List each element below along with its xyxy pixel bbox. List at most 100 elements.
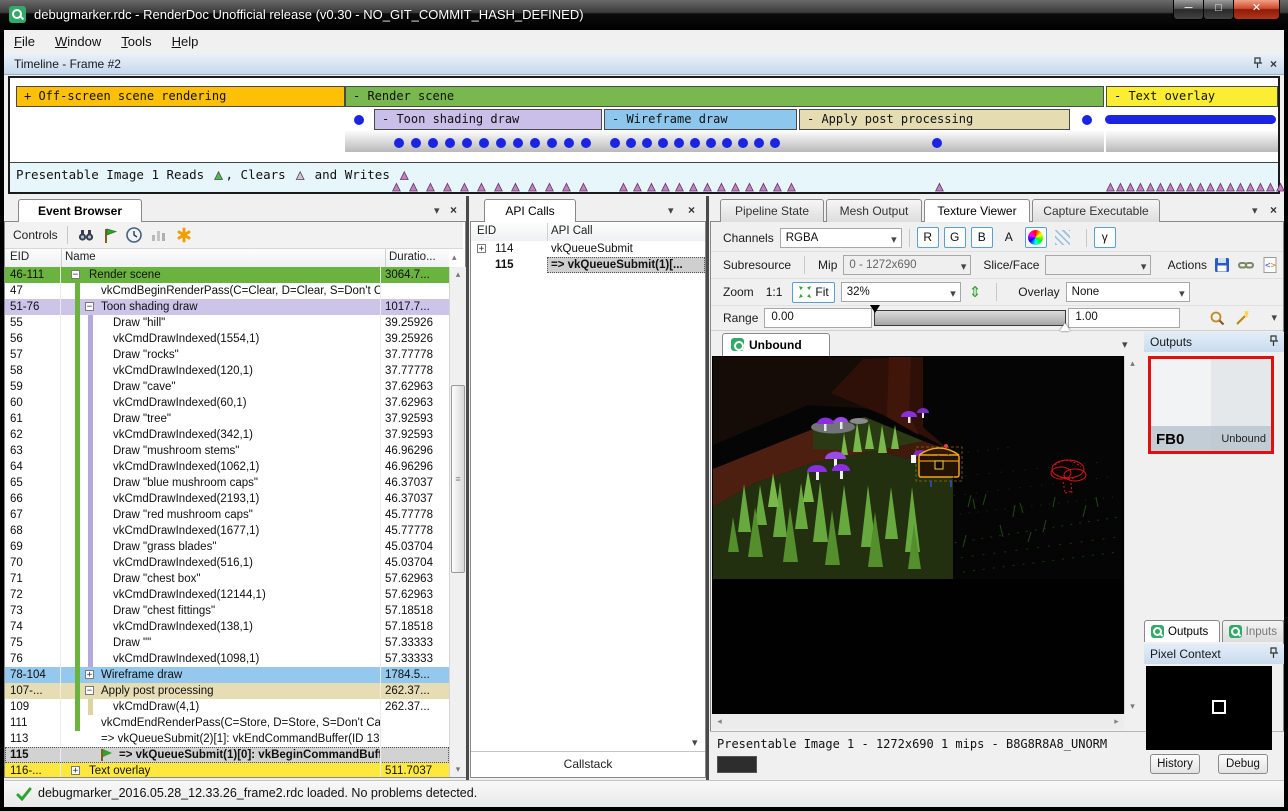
table-row[interactable]: 115=> vkQueueSubmit(1)[0]: vkBeginComman…: [5, 747, 449, 763]
tab-mesh-output[interactable]: Mesh Output: [826, 199, 922, 222]
event-dot[interactable]: [610, 138, 620, 148]
channel-a-button[interactable]: A: [998, 227, 1020, 248]
chevron-down-icon[interactable]: ▾: [434, 206, 440, 216]
event-dot[interactable]: [411, 138, 421, 148]
tab-unbound-texture[interactable]: Unbound: [722, 333, 830, 356]
expander-icon[interactable]: +: [85, 670, 94, 679]
expander-icon[interactable]: −: [85, 686, 94, 695]
scroll-down-icon[interactable]: ▾: [450, 762, 466, 777]
star-icon[interactable]: [175, 226, 193, 244]
timeline-marker-bar[interactable]: - Text overlay: [1106, 86, 1278, 107]
save-icon[interactable]: [1213, 256, 1231, 274]
slice-face-select[interactable]: ▾: [1045, 255, 1151, 275]
write-marker-triangle[interactable]: ▲: [458, 180, 471, 193]
write-marker-triangle[interactable]: ▲: [631, 180, 644, 193]
event-dot[interactable]: [658, 138, 668, 148]
expander-icon[interactable]: +: [71, 766, 80, 775]
viewport-hscrollbar[interactable]: ◂ ▸: [712, 714, 1124, 729]
scrollbar-thumb[interactable]: ≡: [451, 385, 465, 573]
bookmark-flag-icon[interactable]: [101, 226, 119, 244]
timeline-close-icon[interactable]: ×: [1270, 58, 1277, 70]
checkerboard-button[interactable]: [1052, 227, 1074, 248]
splitter[interactable]: [466, 196, 469, 780]
output-thumbnail-fb0[interactable]: FB0 Unbound: [1148, 356, 1274, 454]
api-calls-close-icon[interactable]: ×: [688, 204, 695, 216]
write-marker-triangle[interactable]: ▲: [1274, 180, 1287, 193]
magnifier-icon[interactable]: [1209, 310, 1226, 327]
scroll-down-icon[interactable]: ▾: [692, 738, 698, 748]
zoom-select[interactable]: 32%▾: [841, 282, 961, 302]
texture-viewer-close-icon[interactable]: ×: [1270, 204, 1277, 216]
write-marker-triangle[interactable]: ▲: [492, 180, 505, 193]
table-row[interactable]: 107-...−Apply post processing262.37...: [5, 683, 449, 699]
expander-icon[interactable]: +: [477, 244, 486, 253]
table-row[interactable]: 74vkCmdDrawIndexed(138,1)57.18518: [5, 619, 449, 635]
write-marker-triangle[interactable]: ▲: [617, 180, 630, 193]
minimize-button[interactable]: ─: [1173, 0, 1204, 20]
event-dot[interactable]: [642, 138, 652, 148]
write-marker-triangle[interactable]: ▲: [785, 180, 798, 193]
table-row[interactable]: 59Draw "cave"37.62963: [5, 379, 449, 395]
channel-g-button[interactable]: G: [944, 227, 966, 248]
event-table-header[interactable]: EID Name Duratio...: [5, 249, 449, 268]
table-row[interactable]: 68vkCmdDrawIndexed(1677,1)45.77778: [5, 523, 449, 539]
event-dot[interactable]: [513, 138, 523, 148]
chevron-down-icon[interactable]: ▾: [1252, 206, 1258, 216]
table-row[interactable]: 60vkCmdDrawIndexed(60,1)37.62963: [5, 395, 449, 411]
channel-b-button[interactable]: B: [971, 227, 993, 248]
pixel-context-view[interactable]: [1146, 666, 1272, 750]
timeline-marker-bar[interactable]: + Off-screen scene rendering: [16, 86, 345, 107]
table-row[interactable]: 75Draw ""57.33333: [5, 635, 449, 651]
table-row[interactable]: 62vkCmdDrawIndexed(342,1)37.92593: [5, 427, 449, 443]
table-row[interactable]: 58vkCmdDrawIndexed(120,1)37.77778: [5, 363, 449, 379]
color-wheel-button[interactable]: [1025, 227, 1047, 248]
write-marker-triangle[interactable]: ▲: [729, 180, 742, 193]
gamma-button[interactable]: γ: [1094, 227, 1116, 248]
table-row[interactable]: 78-104+Wireframe draw1784.5...: [5, 667, 449, 683]
pin-icon[interactable]: [1268, 647, 1280, 660]
write-marker-triangle[interactable]: ▲: [715, 180, 728, 193]
scroll-up-icon[interactable]: ▴: [450, 267, 466, 282]
event-dot[interactable]: [530, 138, 540, 148]
write-marker-triangle[interactable]: ▲: [407, 180, 420, 193]
event-dot[interactable]: [674, 138, 684, 148]
wand-icon[interactable]: [1234, 310, 1251, 327]
scroll-down-icon[interactable]: ▾: [1125, 699, 1140, 714]
write-marker-triangle[interactable]: ▲: [526, 180, 539, 193]
sort-arrow-icon[interactable]: ▴: [452, 252, 457, 263]
event-browser-close-icon[interactable]: ×: [450, 204, 457, 216]
event-dot[interactable]: [690, 138, 700, 148]
table-row[interactable]: 116-...+Text overlay511.7037: [5, 763, 449, 777]
fit-button[interactable]: Fit: [792, 282, 834, 303]
table-row[interactable]: 57Draw "rocks"37.77778: [5, 347, 449, 363]
table-row[interactable]: 70vkCmdDrawIndexed(516,1)45.03704: [5, 555, 449, 571]
viewport-vscrollbar[interactable]: ▴ ▾: [1124, 356, 1140, 714]
column-eid[interactable]: EID: [10, 251, 29, 263]
mip-select[interactable]: 0 - 1272x690▾: [843, 255, 971, 275]
zoom-1to1-button[interactable]: 1:1: [760, 282, 789, 303]
tab-capture-executable[interactable]: Capture Executable: [1032, 199, 1160, 222]
scroll-up-icon[interactable]: ▴: [1125, 356, 1140, 371]
tab-event-browser[interactable]: Event Browser: [18, 199, 142, 222]
column-duration[interactable]: Duratio...: [389, 251, 436, 263]
debug-button[interactable]: Debug: [1218, 754, 1268, 774]
event-dot[interactable]: [394, 138, 404, 148]
splitter[interactable]: [706, 196, 709, 780]
write-marker-triangle[interactable]: ▲: [509, 180, 522, 193]
table-row[interactable]: 51-76−Toon shading draw1017.7...: [5, 299, 449, 315]
table-row[interactable]: 71Draw "chest box"57.62963: [5, 571, 449, 587]
table-row[interactable]: 61Draw "tree"37.92593: [5, 411, 449, 427]
history-button[interactable]: History: [1150, 754, 1200, 774]
event-dot[interactable]: [354, 115, 364, 125]
column-name[interactable]: Name: [65, 251, 96, 263]
event-dot[interactable]: [445, 138, 455, 148]
table-row[interactable]: 46-111−Render scene3064.7...: [5, 267, 449, 283]
timeline-marker-bar[interactable]: - Render scene: [345, 86, 1104, 107]
write-marker-triangle[interactable]: ▲: [441, 180, 454, 193]
chevron-down-icon[interactable]: ▾: [1122, 340, 1128, 350]
menu-item-tools[interactable]: Tools: [111, 30, 161, 53]
event-dot[interactable]: [754, 138, 764, 148]
table-row[interactable]: 69Draw "grass blades"45.03704: [5, 539, 449, 555]
write-marker-triangle[interactable]: ▲: [543, 180, 556, 193]
event-browser-scrollbar[interactable]: ▴ ≡ ▾: [449, 267, 466, 777]
